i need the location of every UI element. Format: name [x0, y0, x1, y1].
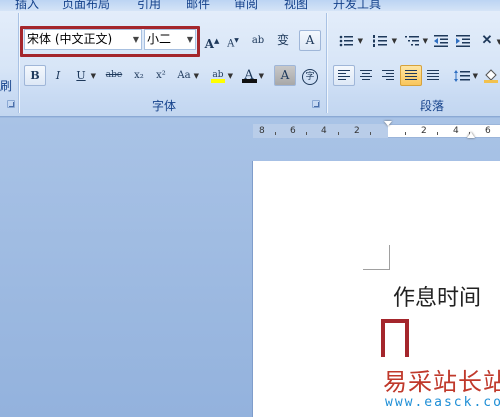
chinese-layout-button[interactable]: ✕ ▼: [476, 30, 500, 51]
strikethrough-button[interactable]: abe: [103, 65, 125, 86]
change-case-button[interactable]: Aa ▼: [173, 65, 199, 86]
italic-button[interactable]: I: [47, 65, 69, 86]
ruler-tick: [437, 132, 438, 135]
shading-button[interactable]: [482, 65, 500, 86]
ruler-tick-label: 6: [485, 126, 491, 136]
underline-button[interactable]: U ▼: [70, 65, 96, 86]
numbering-icon: [373, 35, 387, 47]
align-right-button[interactable]: [377, 65, 399, 86]
superscript-icon: x²: [156, 70, 166, 81]
change-case-icon: Aa: [177, 70, 191, 81]
subscript-button[interactable]: x₂: [128, 65, 150, 86]
numbering-button[interactable]: ▼: [367, 30, 397, 51]
line-spacing-icon: [454, 70, 470, 82]
chevron-down-icon[interactable]: ▼: [473, 67, 478, 86]
character-border-button[interactable]: A: [299, 30, 321, 51]
bold-button[interactable]: B: [24, 65, 46, 86]
bullets-button[interactable]: ▼: [333, 30, 363, 51]
enclose-characters-button[interactable]: 字: [299, 65, 321, 86]
annotation-cursor-box: [381, 319, 409, 357]
decrease-indent-icon: [434, 35, 448, 47]
chevron-down-icon[interactable]: ▼: [259, 67, 264, 86]
font-dialog-launcher[interactable]: [312, 100, 320, 108]
phonetic-guide-icon: 变: [276, 33, 289, 47]
align-right-icon: [382, 70, 394, 80]
ruler-tick-label: 2: [421, 126, 427, 136]
ruler-tick-label: 2: [354, 126, 360, 136]
multilevel-list-icon: [405, 36, 419, 46]
increase-indent-button[interactable]: [452, 30, 474, 51]
chevron-down-icon[interactable]: ▼: [497, 32, 500, 51]
document-text[interactable]: 作息时间: [393, 280, 481, 312]
ruler-tick-label: 4: [321, 126, 327, 136]
char-shading-icon: A: [280, 68, 290, 82]
group-separator: [326, 13, 327, 113]
page-corner-mark: [363, 269, 389, 270]
char-border-icon: A: [305, 33, 315, 47]
subscript-icon: x₂: [134, 70, 144, 81]
decrease-indent-button[interactable]: [430, 30, 452, 51]
right-indent-marker[interactable]: [467, 132, 475, 138]
page-corner-mark: [389, 245, 390, 270]
bullets-icon: [339, 35, 353, 47]
chevron-down-icon[interactable]: ▼: [358, 32, 363, 51]
chevron-down-icon[interactable]: ▼: [194, 67, 199, 86]
grow-font-icon: A: [204, 37, 214, 51]
paragraph-group-label: 段落: [420, 99, 445, 113]
ruler-tick-label: 6: [290, 126, 296, 136]
ruler-tick: [338, 132, 339, 135]
ruler-tick: [370, 132, 371, 135]
highlight-color-swatch: [211, 79, 225, 83]
bold-icon: B: [30, 69, 40, 82]
ruler-tick: [306, 132, 307, 135]
format-painter-label[interactable]: 刷: [0, 77, 12, 94]
align-left-icon: [338, 70, 350, 80]
strikethrough-icon: abe: [105, 70, 123, 80]
justify-icon: [405, 70, 417, 80]
watermark-url: www.easck.com: [385, 395, 500, 410]
ruler-tick: [405, 132, 406, 135]
paint-bucket-icon: [484, 69, 498, 83]
phonetic-guide-button[interactable]: 变: [272, 30, 294, 51]
distributed-button[interactable]: [422, 65, 444, 86]
superscript-button[interactable]: x²: [150, 65, 172, 86]
group-separator: [18, 13, 19, 113]
align-left-button[interactable]: [333, 65, 355, 86]
distributed-icon: [427, 70, 439, 80]
chinese-layout-icon: ✕: [481, 33, 493, 48]
multilevel-list-button[interactable]: ▼: [400, 30, 428, 51]
chevron-down-icon[interactable]: ▼: [228, 67, 233, 86]
font-color-button[interactable]: A ▼: [238, 65, 264, 86]
annotation-highlight-box: [20, 26, 200, 57]
eraser-icon: ab: [251, 35, 265, 46]
chevron-down-icon[interactable]: ▼: [423, 32, 428, 51]
ribbon-tab-bar: 插入 页面布局 引用 邮件 审阅 视图 开发工具: [0, 0, 500, 11]
chevron-down-icon[interactable]: ▼: [91, 67, 96, 86]
justify-button[interactable]: [400, 65, 422, 86]
character-shading-button[interactable]: A: [274, 65, 296, 86]
enclose-char-icon: 字: [302, 69, 318, 85]
increase-indent-icon: [456, 35, 470, 47]
chevron-down-icon[interactable]: ▼: [392, 32, 397, 51]
font-color-swatch: [242, 79, 257, 83]
underline-icon: U: [76, 69, 86, 82]
clear-formatting-button[interactable]: ab: [247, 30, 269, 51]
grow-font-button[interactable]: A▲: [201, 30, 223, 51]
ruler-tick-label: 4: [453, 126, 459, 136]
first-line-indent-marker[interactable]: [384, 121, 392, 126]
watermark-text: 易采站长站: [383, 368, 500, 396]
clipboard-dialog-launcher[interactable]: [7, 100, 15, 108]
ruler-tick-label: 8: [259, 126, 265, 136]
line-spacing-button[interactable]: ▼: [450, 65, 478, 86]
align-center-icon: [360, 70, 372, 80]
italic-icon: I: [55, 69, 61, 82]
text-highlight-button[interactable]: ab ▼: [207, 65, 233, 86]
font-group-label: 字体: [152, 99, 177, 113]
align-center-button[interactable]: [355, 65, 377, 86]
shrink-font-button[interactable]: A▼: [222, 30, 244, 51]
ruler-tick: [275, 132, 276, 135]
